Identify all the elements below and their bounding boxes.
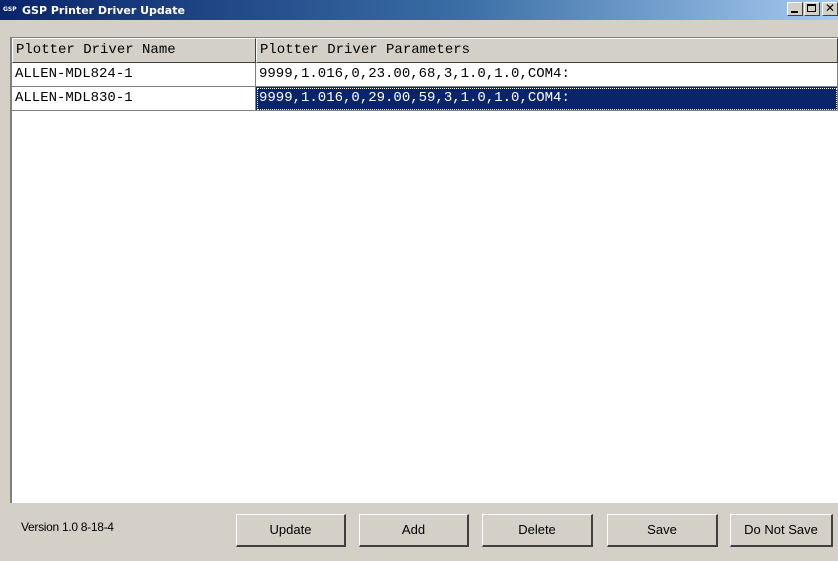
driver-name-cell[interactable]: ALLEN-MDL830-1: [12, 87, 256, 111]
maximize-icon: [807, 4, 816, 12]
table-row[interactable]: ALLEN-MDL830-1 9999,1.016,0,29.00,59,3,1…: [12, 87, 838, 111]
close-icon: ✕: [824, 1, 836, 15]
driver-parameters-cell-selected[interactable]: 9999,1.016,0,29.00,59,3,1.0,1.0,COM4:: [256, 87, 838, 111]
maximize-button[interactable]: [804, 2, 820, 16]
window-title: GSP Printer Driver Update: [22, 3, 185, 17]
close-button[interactable]: ✕: [822, 1, 838, 16]
delete-button[interactable]: Delete: [482, 514, 593, 547]
minimize-button[interactable]: [787, 2, 803, 16]
minimize-icon: [791, 11, 798, 13]
app-icon: GSP: [3, 6, 17, 13]
title-bar[interactable]: GSP GSP Printer Driver Update ✕: [0, 0, 838, 20]
add-button[interactable]: Add: [359, 514, 469, 547]
update-button[interactable]: Update: [236, 514, 346, 547]
column-header-driver-name[interactable]: Plotter Driver Name: [12, 38, 256, 63]
app-window: GSP GSP Printer Driver Update ✕ Plotter …: [0, 0, 838, 561]
driver-parameters-cell[interactable]: 9999,1.016,0,23.00,68,3,1.0,1.0,COM4:: [256, 63, 838, 87]
grid-header: Plotter Driver Name Plotter Driver Param…: [12, 38, 838, 63]
table-row[interactable]: ALLEN-MDL824-1 9999,1.016,0,23.00,68,3,1…: [12, 63, 838, 87]
version-label: Version 1.0 8-18-4: [21, 520, 114, 534]
driver-name-cell[interactable]: ALLEN-MDL824-1: [12, 63, 256, 87]
bottom-panel: Version 1.0 8-18-4 Update Add Delete Sav…: [10, 503, 838, 561]
column-header-driver-parameters[interactable]: Plotter Driver Parameters: [256, 38, 838, 63]
caption-buttons: ✕: [786, 1, 838, 16]
driver-grid[interactable]: Plotter Driver Name Plotter Driver Param…: [10, 37, 838, 503]
save-button[interactable]: Save: [607, 514, 718, 547]
do-not-save-button[interactable]: Do Not Save: [730, 514, 833, 547]
